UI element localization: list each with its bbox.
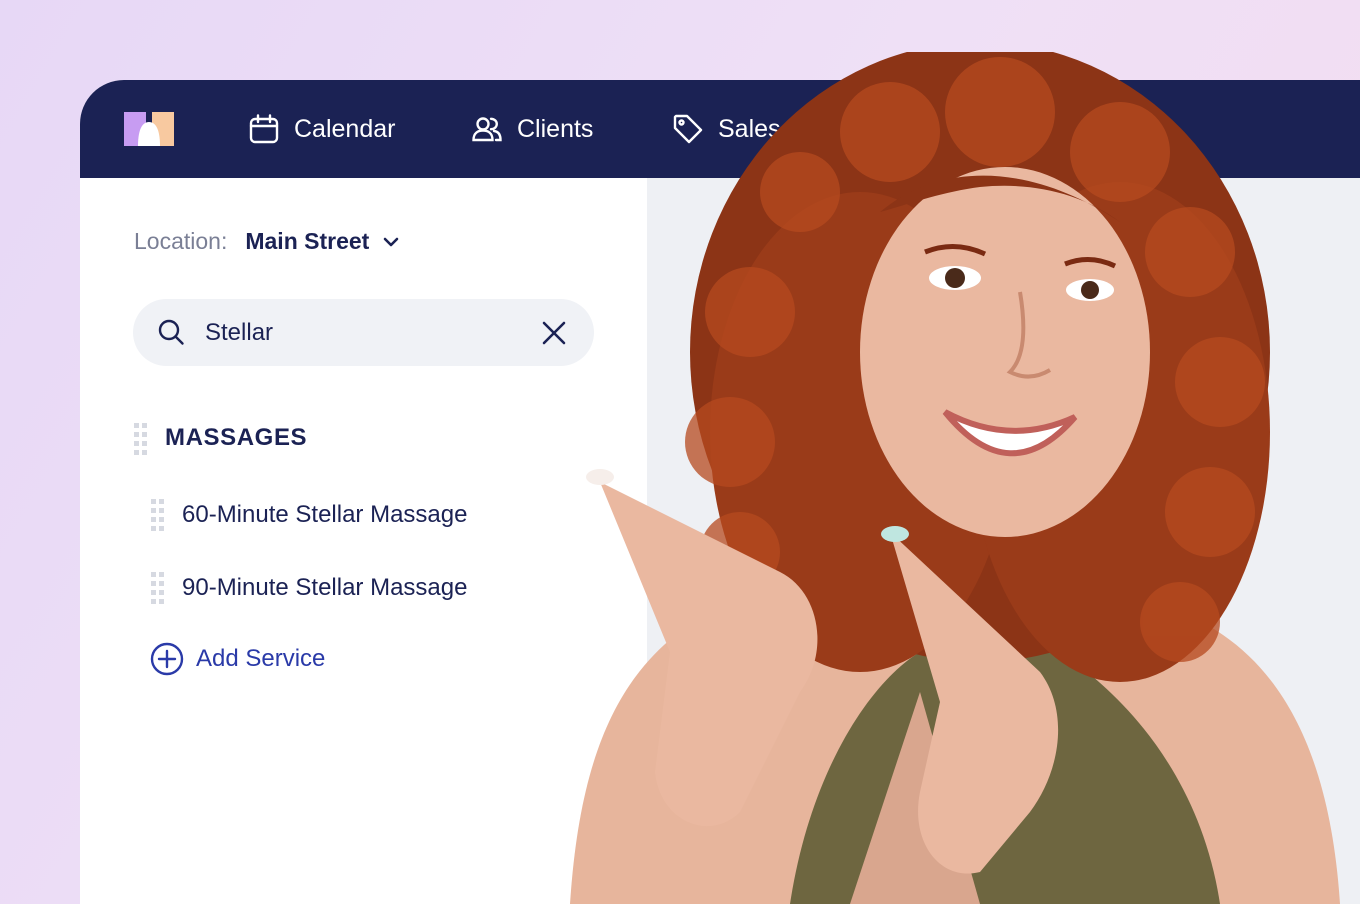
brand-logo-icon[interactable]: [124, 112, 174, 146]
search-icon: [158, 319, 184, 345]
service-item[interactable]: 60-Minute Stellar Massage: [150, 498, 570, 532]
clients-icon: [472, 117, 502, 142]
drag-handle-icon[interactable]: [133, 422, 149, 456]
drag-handle-icon[interactable]: [150, 571, 166, 605]
service-name: 60-Minute Stellar Massage: [182, 501, 468, 528]
category-title: MASSAGES: [165, 424, 308, 451]
nav-calendar[interactable]: Calendar: [248, 112, 395, 146]
person-photo: [570, 52, 1340, 904]
location-label: Location:: [134, 228, 228, 254]
drag-handle-icon[interactable]: [150, 498, 166, 532]
search-input[interactable]: [203, 313, 527, 353]
location-value: Main Street: [245, 228, 370, 254]
add-service-label: Add Service: [196, 645, 326, 672]
chevron-down-icon: [384, 237, 399, 246]
service-item[interactable]: 90-Minute Stellar Massage: [150, 571, 570, 605]
nav-calendar-label: Calendar: [294, 114, 396, 143]
service-name: 90-Minute Stellar Massage: [182, 574, 468, 601]
plus-circle-icon: [150, 642, 184, 676]
add-service-button[interactable]: Add Service: [150, 642, 325, 676]
location-selector[interactable]: Location: Main Street: [134, 228, 401, 255]
calendar-icon: [249, 114, 279, 144]
category-massages[interactable]: MASSAGES: [133, 422, 533, 456]
search-box: [133, 299, 594, 366]
